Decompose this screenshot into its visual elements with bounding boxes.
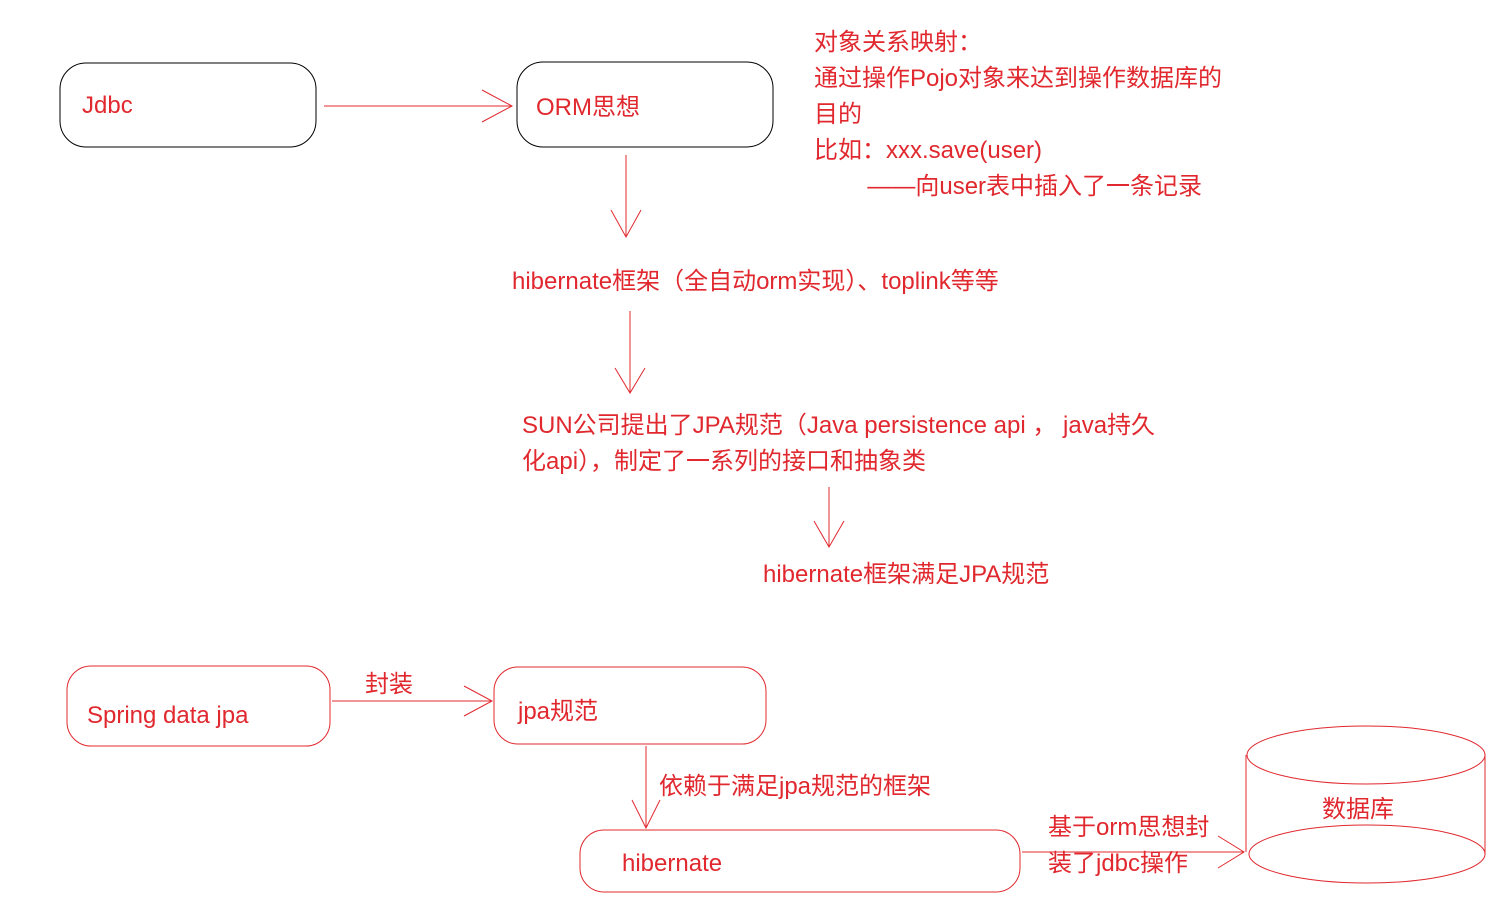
orm-note-line: ——向user表中插入了一条记录 <box>814 173 1203 200</box>
sun-jpa-line: SUN公司提出了JPA规范（Java persistence api ， jav… <box>522 412 1156 439</box>
arrow-jpa-to-hibernate <box>631 746 661 830</box>
depends-edge-label: 依赖于满足jpa规范的框架 <box>659 773 932 800</box>
orm-note-line: 比如：xxx.save(user) <box>814 137 1043 164</box>
hibernate-label: hibernate <box>622 850 723 877</box>
orm-note-line: 目的 <box>814 101 862 128</box>
orm-note: 对象关系映射： 通过操作Pojo对象来达到操作数据库的 目的 比如：xxx.sa… <box>814 25 1222 205</box>
database-label: 数据库 <box>1322 796 1394 823</box>
arrow-jpa-to-hibernate-satisfies <box>813 487 845 549</box>
hibernate-frameworks-label: hibernate框架（全自动orm实现）、toplink等等 <box>512 268 999 295</box>
orm-note-line: 通过操作Pojo对象来达到操作数据库的 <box>814 65 1223 92</box>
arrow-jdbc-to-orm <box>324 89 514 123</box>
orm-wraps-jdbc-line: 基于orm思想封 <box>1048 814 1210 841</box>
orm-wraps-jdbc-edge-label: 基于orm思想封 装了jdbc操作 <box>1048 810 1209 882</box>
orm-label: ORM思想 <box>536 94 640 121</box>
arrow-frameworks-to-jpa <box>614 311 646 394</box>
sun-jpa-line: 化api），制定了一系列的接口和抽象类 <box>522 448 927 475</box>
spring-data-jpa-label: Spring data jpa <box>87 702 249 729</box>
hibernate-satisfies-label: hibernate框架满足JPA规范 <box>763 561 1050 588</box>
arrow-orm-to-hibernate-frameworks <box>610 155 642 239</box>
wrap-edge-label: 封装 <box>365 671 413 698</box>
jdbc-label: Jdbc <box>82 92 133 119</box>
orm-wraps-jdbc-line: 装了jdbc操作 <box>1048 850 1189 877</box>
jpa-spec-label: jpa规范 <box>518 698 599 725</box>
sun-jpa-label: SUN公司提出了JPA规范（Java persistence api ， jav… <box>522 408 1155 480</box>
orm-note-line: 对象关系映射： <box>814 29 982 56</box>
